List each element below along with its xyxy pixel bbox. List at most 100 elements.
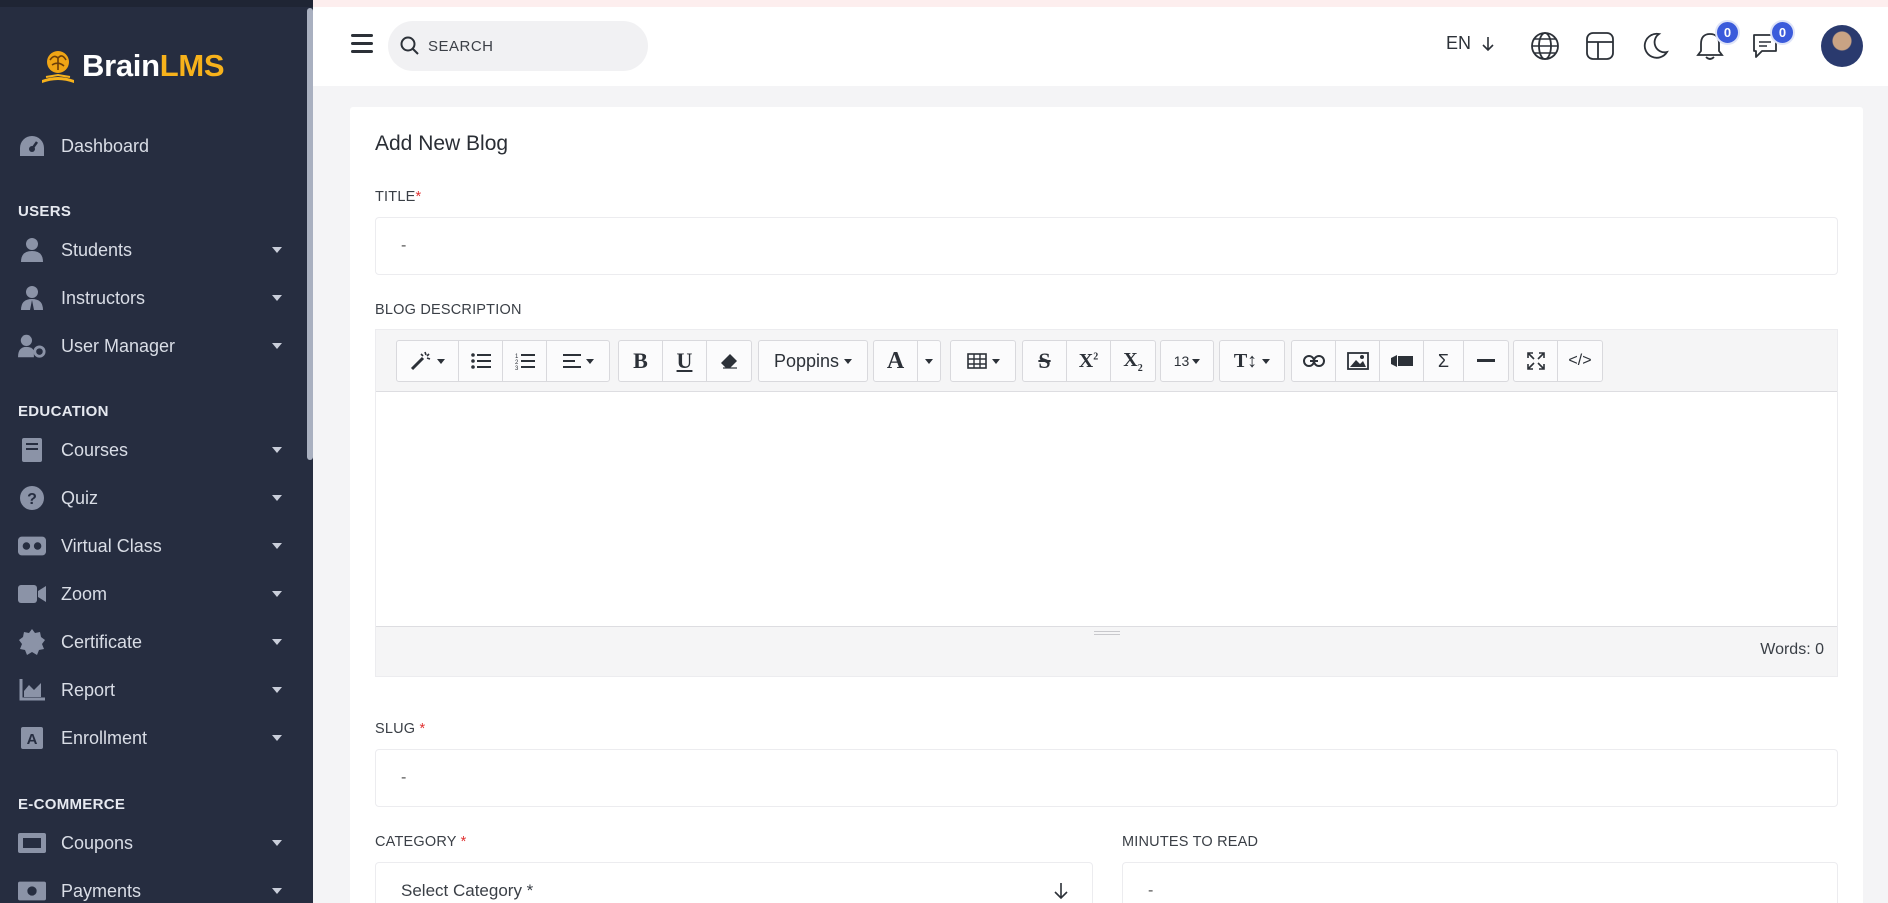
avatar[interactable] xyxy=(1821,25,1863,67)
table-button[interactable] xyxy=(951,341,1015,381)
underline-button[interactable]: U xyxy=(663,341,707,381)
bold-button[interactable]: B xyxy=(619,341,663,381)
sidebar-item-virtual-class[interactable]: Virtual Class xyxy=(0,526,300,566)
font-family-value: Poppins xyxy=(773,350,840,371)
sidebar-item-label: Enrollment xyxy=(61,727,148,748)
minutes-to-read-input[interactable]: - xyxy=(1122,862,1838,903)
table-group xyxy=(950,340,1016,382)
sidebar-item-label: Dashboard xyxy=(61,135,150,156)
sidebar-item-certificate[interactable]: Certificate xyxy=(0,622,300,662)
font-family-dropdown[interactable]: Poppins xyxy=(759,341,867,381)
page-title: Add New Blog xyxy=(375,132,509,155)
font-color-button[interactable]: A xyxy=(874,341,918,381)
category-label: CATEGORY * xyxy=(375,834,467,850)
expand-icon xyxy=(1526,352,1545,370)
chevron-down-icon xyxy=(272,447,282,453)
messages-badge: 0 xyxy=(1770,20,1795,45)
font-color-dropdown[interactable] xyxy=(918,341,940,381)
minutes-to-read-label: MINUTES TO READ xyxy=(1122,834,1259,850)
sidebar-item-zoom[interactable]: Zoom xyxy=(0,574,300,614)
ordered-list-button[interactable]: 123 xyxy=(503,341,547,381)
line-height-group: T↕ xyxy=(1219,340,1285,382)
insert-image-button[interactable] xyxy=(1336,341,1380,381)
align-left-icon xyxy=(562,354,581,368)
ticket-icon xyxy=(18,829,46,857)
slug-input[interactable]: - xyxy=(375,749,1838,807)
sidebar-item-label: User Manager xyxy=(61,335,176,356)
chevron-down-icon xyxy=(272,543,282,549)
sidebar-item-enrollment[interactable]: A Enrollment xyxy=(0,718,300,758)
insert-video-button[interactable] xyxy=(1380,341,1424,381)
language-label: EN xyxy=(1446,33,1472,53)
moon-icon[interactable] xyxy=(1639,30,1671,62)
sidebar-item-report[interactable]: Report xyxy=(0,670,300,710)
clear-format-button[interactable] xyxy=(707,341,751,381)
table-icon xyxy=(966,353,987,369)
globe-icon[interactable] xyxy=(1529,30,1561,62)
chevron-down-icon xyxy=(272,295,282,301)
chevron-down-icon xyxy=(272,888,282,894)
font-color-icon: A xyxy=(886,347,905,374)
horizontal-rule-button[interactable] xyxy=(1464,341,1508,381)
money-bill-icon xyxy=(18,877,46,903)
insert-link-button[interactable] xyxy=(1292,341,1336,381)
insert-math-button[interactable]: Σ xyxy=(1424,341,1464,381)
sidebar-item-label: Payments xyxy=(61,880,142,901)
sidebar-item-label: Coupons xyxy=(61,832,134,853)
search-box[interactable] xyxy=(388,21,648,71)
subscript-icon: X2 xyxy=(1123,348,1143,374)
editor-resize-handle[interactable] xyxy=(1094,631,1120,635)
fullscreen-button[interactable] xyxy=(1514,341,1558,381)
sidebar-item-payments[interactable]: Payments xyxy=(0,871,300,903)
category-select-value: Select Category * xyxy=(401,881,534,900)
notifications-button[interactable]: 0 xyxy=(1694,20,1740,62)
brand-name: BrainLMS xyxy=(82,48,225,83)
slug-label: SLUG * xyxy=(375,721,426,737)
font-size-dropdown[interactable]: 13 xyxy=(1161,341,1213,381)
unordered-list-button[interactable] xyxy=(459,341,503,381)
text-height-icon: T↕ xyxy=(1233,349,1258,372)
chevron-down-icon xyxy=(272,343,282,349)
sidebar-item-coupons[interactable]: Coupons xyxy=(0,823,300,863)
brand-logo[interactable]: BrainLMS xyxy=(36,46,225,86)
sidebar-item-label: Report xyxy=(61,679,116,700)
sidebar-item-courses[interactable]: Courses xyxy=(0,430,300,470)
messages-button[interactable]: 0 xyxy=(1749,20,1795,62)
title-input[interactable]: - xyxy=(375,217,1838,275)
image-icon xyxy=(1346,352,1369,370)
sidebar-item-dashboard[interactable]: Dashboard xyxy=(0,126,300,166)
sidebar-item-label: Quiz xyxy=(61,487,99,508)
subscript-button[interactable]: X2 xyxy=(1111,341,1155,381)
view-group: </> xyxy=(1513,340,1603,382)
category-select[interactable]: Select Category * xyxy=(375,862,1093,903)
line-height-button[interactable]: T↕ xyxy=(1220,341,1284,381)
editor-toolbar: 123 B U Poppins A S X2 X2 13 T↕ Σ </> xyxy=(376,330,1837,392)
insert-group: Σ xyxy=(1291,340,1509,382)
sidebar-item-user-manager[interactable]: User Manager xyxy=(0,326,300,366)
sidebar-item-label: Zoom xyxy=(61,583,108,604)
arrow-down-icon xyxy=(1482,36,1494,51)
magic-style-button[interactable] xyxy=(397,341,459,381)
chevron-down-icon xyxy=(272,639,282,645)
sidebar-item-students[interactable]: Students xyxy=(0,230,300,270)
user-icon xyxy=(18,236,46,264)
search-input[interactable] xyxy=(428,34,628,58)
topbar: EN 0 0 xyxy=(313,0,1888,86)
superscript-button[interactable]: X2 xyxy=(1067,341,1111,381)
align-button[interactable] xyxy=(547,341,609,381)
editor-content-area[interactable] xyxy=(376,392,1837,626)
font-family-group: Poppins xyxy=(758,340,868,382)
sidebar-item-label: Students xyxy=(61,239,133,260)
section-title-education: EDUCATION xyxy=(18,403,109,420)
script-group: S X2 X2 xyxy=(1022,340,1156,382)
sidebar-item-quiz[interactable]: ? Quiz xyxy=(0,478,300,518)
language-selector[interactable]: EN xyxy=(1446,33,1497,54)
sidebar-item-instructors[interactable]: Instructors xyxy=(0,278,300,318)
list-ol-icon: 123 xyxy=(515,354,535,370)
strikethrough-button[interactable]: S xyxy=(1023,341,1067,381)
code-view-button[interactable]: </> xyxy=(1558,341,1602,381)
menu-toggle-button[interactable] xyxy=(351,34,373,54)
chevron-down-icon xyxy=(272,840,282,846)
layout-icon[interactable] xyxy=(1584,30,1616,62)
book-icon xyxy=(18,436,46,464)
